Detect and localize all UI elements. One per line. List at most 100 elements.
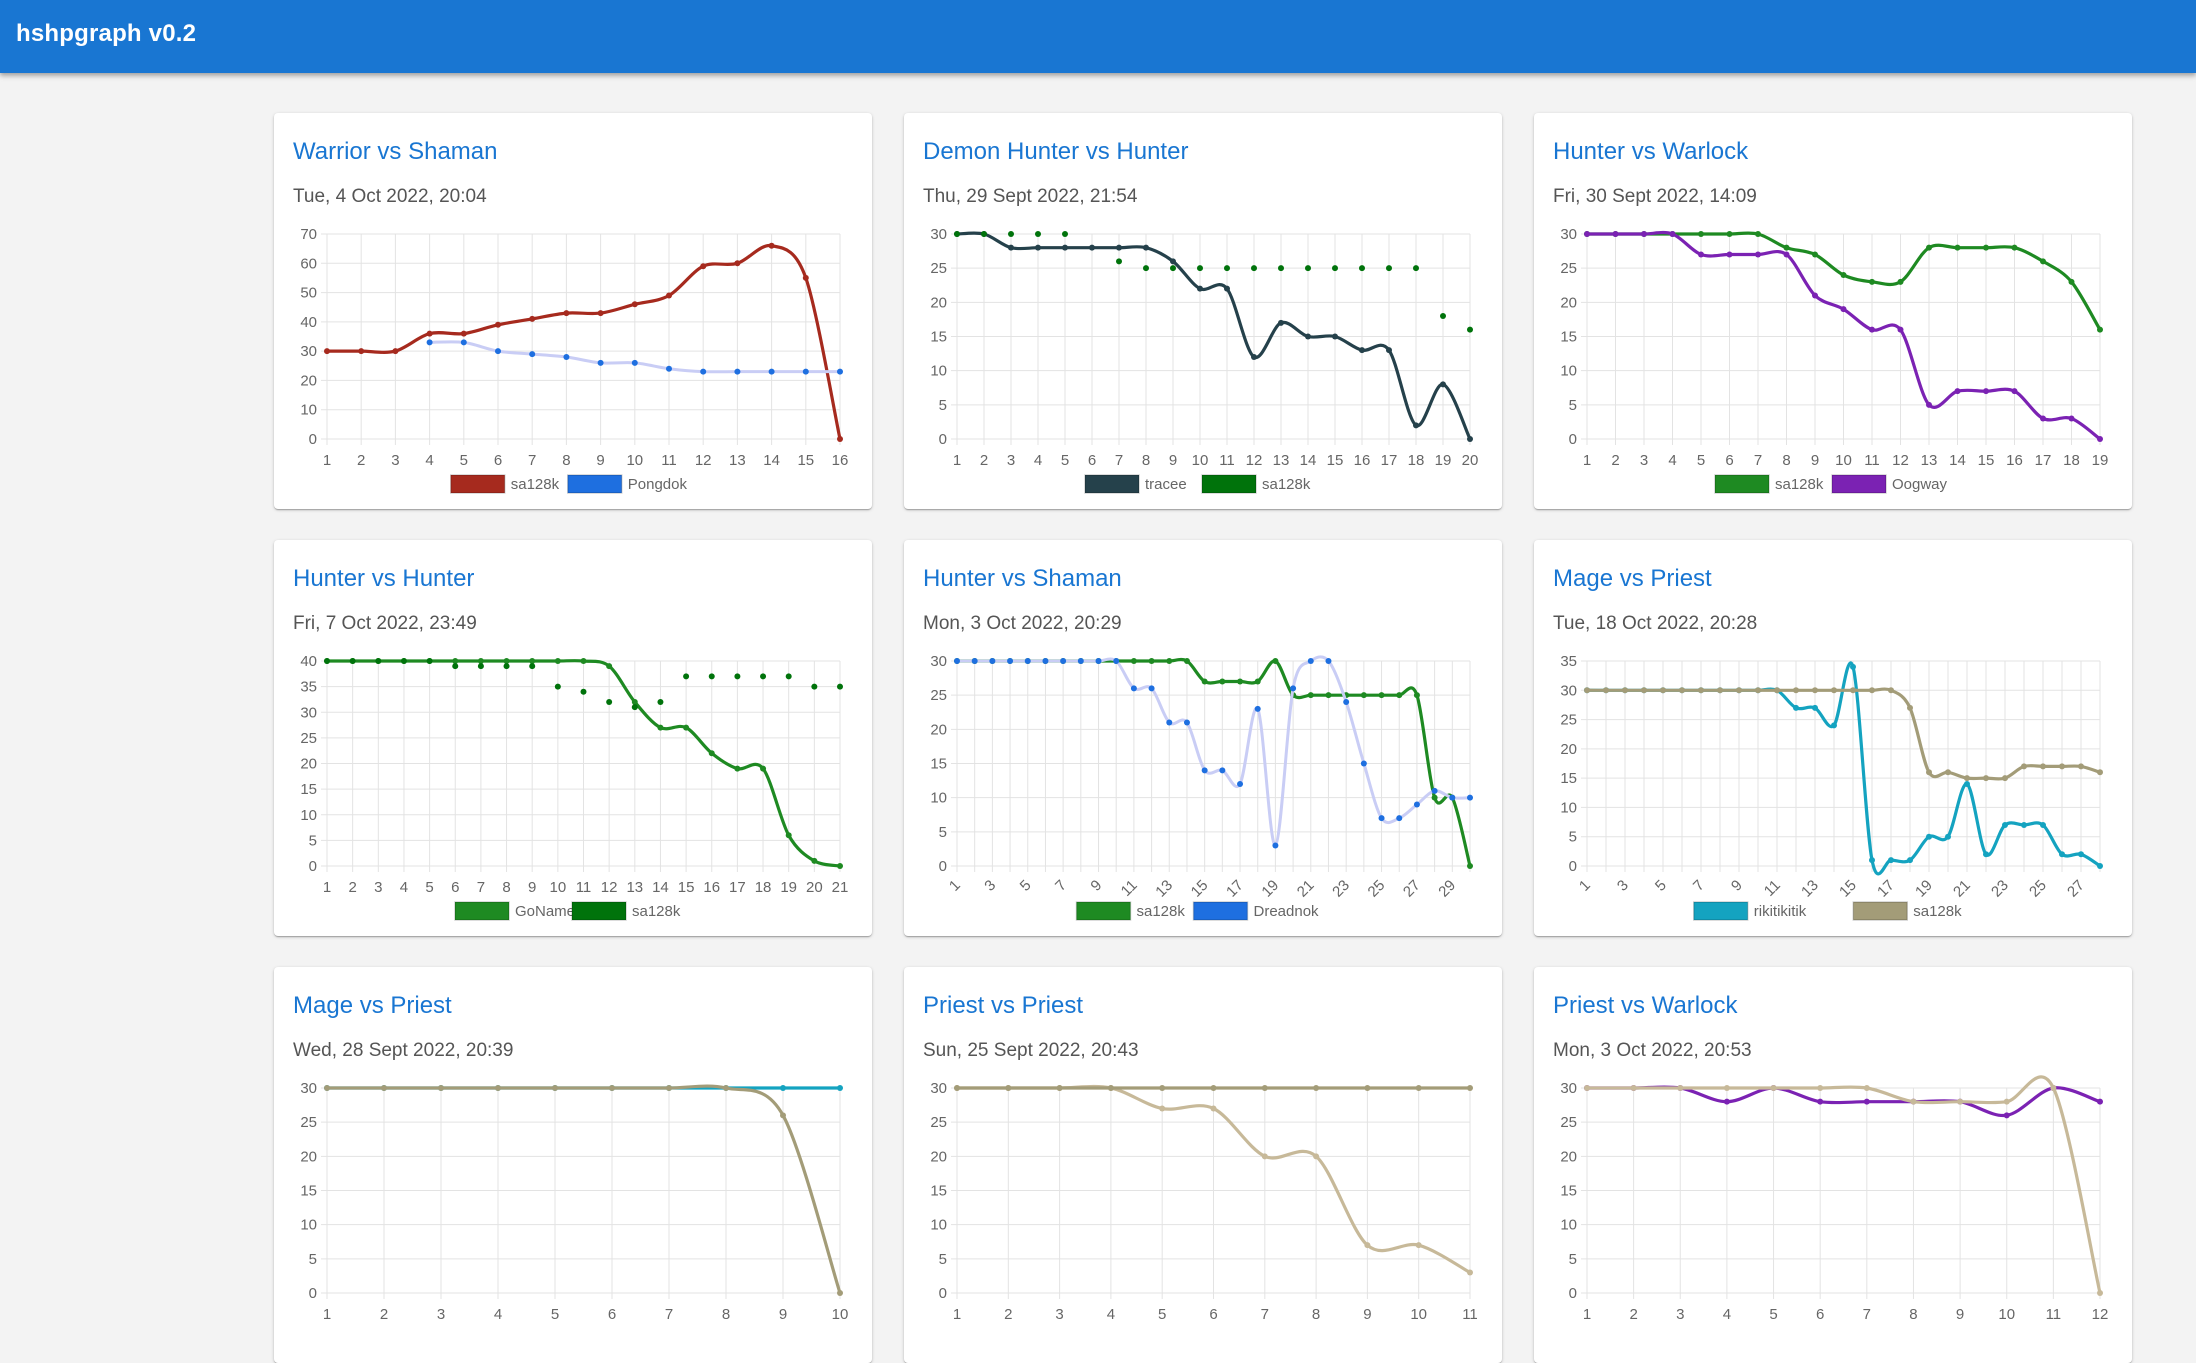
x-tick-label: 19 (780, 879, 797, 896)
y-tick-label: 15 (1560, 1183, 1577, 1200)
data-point (597, 310, 604, 317)
data-point (324, 1085, 330, 1091)
hp-line-chart: 0510152025301 3 5 7 9 11 13 15 17 19 21 23 25 27 29sa1… (930, 653, 1473, 921)
data-point (1698, 251, 1704, 258)
y-tick-label: 10 (1560, 1217, 1577, 1234)
match-title-link[interactable]: Mage vs Priest (1553, 565, 1712, 593)
y-tick-label: 25 (1560, 1114, 1577, 1131)
x-tick-label: 17 (2035, 452, 2052, 469)
data-point (1888, 687, 1894, 694)
data-point (1945, 833, 1951, 840)
x-tick-label: 1 (1583, 452, 1591, 469)
data-point (426, 339, 433, 346)
x-tick-label: 7 (528, 452, 536, 469)
match-title-link[interactable]: Priest vs Priest (923, 992, 1083, 1020)
match-title-link[interactable]: Hunter vs Shaman (923, 565, 1122, 593)
data-point (1332, 265, 1338, 272)
data-point (1130, 658, 1137, 664)
x-tick-label: 3 (391, 452, 399, 469)
y-tick-label: 20 (930, 1148, 947, 1165)
data-point (768, 242, 775, 249)
match-title-link[interactable]: Mage vs Priest (293, 992, 452, 1020)
data-point (1793, 687, 1799, 694)
data-point (700, 368, 707, 375)
data-point (1148, 658, 1155, 664)
x-tick-label: 20 (1462, 452, 1479, 469)
data-point (1307, 658, 1314, 664)
data-point (1622, 687, 1628, 694)
x-tick-label: 3 (1614, 877, 1632, 895)
y-tick-label: 15 (1560, 329, 1577, 346)
x-tick-label: 9 (596, 452, 604, 469)
data-point (1008, 244, 1014, 251)
data-point (1201, 767, 1208, 774)
data-point (1964, 781, 1970, 787)
x-tick-label: 5 (1017, 877, 1035, 895)
x-tick-label: 12 (695, 452, 712, 469)
data-point (1261, 1153, 1268, 1160)
match-date: Fri, 7 Oct 2022, 23:49 (293, 613, 477, 634)
app-bar: hshpgraph v0.2 (0, 0, 2196, 73)
data-point (1062, 231, 1068, 237)
match-date: Wed, 28 Sept 2022, 20:39 (293, 1040, 514, 1061)
data-point (1926, 401, 1932, 408)
data-point (1378, 692, 1385, 699)
match-title-link[interactable]: Priest vs Warlock (1553, 992, 1737, 1020)
data-point (1812, 251, 1818, 258)
data-point (1224, 265, 1230, 272)
data-point (529, 351, 536, 358)
x-tick-label: 19 (1435, 452, 1452, 469)
data-point (760, 673, 767, 680)
data-point (2040, 822, 2046, 828)
data-point (2040, 258, 2046, 265)
x-tick-label: 3 (1640, 452, 1648, 469)
data-point (785, 673, 792, 680)
y-tick-label: 5 (1569, 829, 1577, 846)
x-tick-label: 10 (1410, 1306, 1427, 1323)
x-tick-label: 23 (1329, 877, 1353, 901)
data-point (2021, 822, 2027, 828)
x-tick-label: 17 (729, 879, 746, 896)
data-point (529, 315, 536, 322)
series-line (1585, 1075, 2102, 1295)
y-tick-label: 60 (300, 255, 317, 272)
data-point (1201, 678, 1208, 685)
data-point (2097, 1098, 2103, 1105)
data-point (1717, 687, 1723, 694)
x-tick-label: 16 (703, 879, 720, 896)
data-point (1396, 692, 1403, 699)
data-point (452, 658, 459, 664)
legend-label: rikitikitik (1754, 903, 1807, 920)
data-point (1431, 787, 1438, 794)
series-line (955, 657, 1472, 868)
match-title-link[interactable]: Hunter vs Warlock (1553, 138, 1748, 166)
data-point (631, 699, 638, 705)
match-title-link[interactable]: Demon Hunter vs Hunter (923, 138, 1188, 166)
data-point (426, 658, 433, 664)
y-tick-label: 15 (930, 329, 947, 346)
data-point (1183, 719, 1190, 726)
x-tick-label: 17 (1381, 452, 1398, 469)
data-point (1364, 1242, 1371, 1249)
data-point (400, 658, 407, 664)
data-point (2097, 769, 2103, 776)
match-card: Hunter vs Warlock Fri, 30 Sept 2022, 14:… (1534, 113, 2132, 509)
legend-label: sa128k (632, 903, 681, 920)
data-point (1926, 769, 1932, 776)
data-point (1467, 794, 1473, 801)
data-point (837, 863, 843, 869)
data-point (2003, 1112, 2010, 1119)
match-date: Mon, 3 Oct 2022, 20:29 (923, 613, 1122, 634)
y-tick-label: 15 (300, 781, 317, 798)
data-point (1272, 842, 1279, 849)
x-tick-label: 16 (2006, 452, 2023, 469)
data-point (1641, 231, 1647, 237)
legend-swatch (1852, 901, 1908, 921)
x-tick-label: 27 (1400, 877, 1424, 901)
match-title-link[interactable]: Warrior vs Shaman (293, 138, 498, 166)
match-title-link[interactable]: Hunter vs Hunter (293, 565, 474, 593)
data-point (1440, 313, 1446, 319)
data-point (802, 274, 809, 281)
x-tick-label: 18 (755, 879, 772, 896)
match-card: Warrior vs Shaman Tue, 4 Oct 2022, 20:04… (274, 113, 872, 509)
